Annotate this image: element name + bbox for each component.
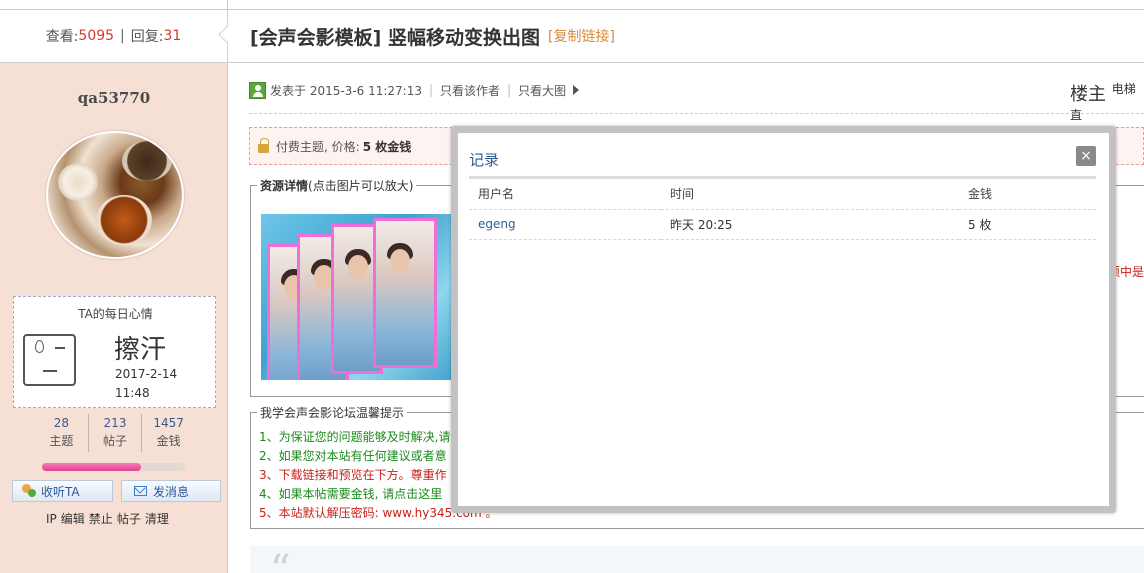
record-user[interactable]: egeng: [469, 209, 661, 240]
lock-icon: [258, 137, 269, 153]
envelope-icon: [134, 486, 147, 496]
send-message-button[interactable]: 发消息: [121, 480, 221, 502]
follow-button[interactable]: 收听TA: [12, 480, 113, 502]
send-message-label: 发消息: [153, 484, 190, 499]
avatar[interactable]: [46, 131, 184, 259]
admin-link-clean[interactable]: 清理: [145, 512, 169, 526]
count-money[interactable]: 1457 金钱: [142, 414, 195, 452]
mood-date: 2017-2-14 11:48: [115, 365, 195, 403]
admin-links: IP 编辑 禁止 帖子 清理: [46, 510, 173, 527]
mood-date-day: 2017-2-14: [115, 367, 178, 381]
admin-link-posts[interactable]: 帖子: [117, 512, 141, 526]
only-author-link[interactable]: 只看该作者: [440, 82, 500, 99]
thread-stats: 查看: 5095 | 回复: 31: [0, 10, 237, 63]
mood-word: 擦汗: [114, 335, 167, 365]
mood-title: TA的每日心情: [78, 307, 153, 321]
count-label: 主题: [49, 434, 74, 448]
tips-legend: 我学会声会影论坛温馨提示: [257, 404, 408, 421]
divider: [249, 113, 1144, 114]
record-time: 昨天 20:25: [661, 209, 959, 240]
purchase-record-dialog: 记录 × 用户名 时间 金钱 egeng 昨天 20:25 5 枚: [451, 126, 1116, 513]
copy-link[interactable]: [复制链接]: [548, 26, 615, 46]
user-icon: [249, 81, 266, 99]
level-progress-fill: [42, 463, 141, 471]
level-progress-bar: [42, 463, 185, 471]
floor-label: 楼主 电梯直: [1070, 80, 1144, 127]
count-value: 28: [53, 416, 69, 430]
author-username[interactable]: qa53770: [0, 89, 228, 107]
column-header-user: 用户名: [469, 179, 661, 210]
count-label: 帖子: [103, 434, 128, 448]
author-sidebar: qa53770 TA的每日心情 擦汗 2017-2-14 11:48 28 主题…: [0, 63, 228, 573]
quote-mark-icon: “: [270, 547, 291, 573]
dialog-title: 记录: [469, 151, 500, 169]
table-row: egeng 昨天 20:25 5 枚: [469, 209, 1096, 240]
title-bar: [会声会影模板] 竖幅移动变换出图 [复制链接]: [228, 10, 1144, 63]
top-strip: [0, 0, 1144, 10]
column-header-money: 金钱: [959, 179, 1096, 210]
admin-link-ban[interactable]: 禁止: [89, 512, 113, 526]
admin-link-edit[interactable]: 编辑: [61, 512, 85, 526]
table-header-row: 用户名 时间 金钱: [469, 179, 1096, 210]
thread-title: [会声会影模板] 竖幅移动变换出图: [250, 26, 540, 49]
record-table: 用户名 时间 金钱 egeng 昨天 20:25 5 枚: [469, 179, 1096, 240]
follow-label: 收听TA: [41, 484, 80, 499]
user-counts: 28 主题 213 帖子 1457 金钱: [35, 414, 195, 452]
posted-at: 发表于 2015-3-6 11:27:13: [270, 83, 422, 98]
floor-text: 楼主: [1070, 84, 1106, 105]
resource-legend: 资源详情(点击图片可以放大): [257, 177, 417, 194]
count-topics[interactable]: 28 主题: [35, 414, 89, 452]
count-value: 1457: [153, 416, 184, 430]
count-posts[interactable]: 213 帖子: [89, 414, 143, 452]
record-amount: 5 枚: [959, 209, 1096, 240]
resource-legend-title: 资源详情: [260, 179, 309, 193]
resource-legend-hint: (点击图片可以放大): [308, 179, 414, 193]
mood-date-time: 11:48: [115, 386, 150, 400]
column-header-time: 时间: [661, 179, 959, 210]
meta-separator: |: [429, 83, 434, 97]
meta-separator: |: [507, 83, 512, 97]
admin-link-ip[interactable]: IP: [46, 512, 57, 526]
replies-label: 回复:: [130, 29, 164, 45]
triangle-right-icon[interactable]: [573, 85, 580, 95]
quote-block: “: [250, 546, 1144, 573]
replies-count: 31: [163, 28, 182, 44]
views-label: 查看:: [45, 29, 79, 45]
preview-image[interactable]: [261, 214, 466, 380]
count-value: 213: [103, 416, 127, 430]
daily-mood-box: TA的每日心情 擦汗 2017-2-14 11:48: [13, 296, 216, 408]
paid-price: 5 枚金钱: [362, 139, 412, 154]
follow-icon: [21, 484, 37, 498]
views-count: 5095: [78, 28, 115, 44]
paid-text: 付费主题, 价格:: [276, 139, 360, 154]
post-meta: 发表于 2015-3-6 11:27:13 | 只看该作者 | 只看大图: [249, 80, 580, 100]
stats-separator: |: [120, 28, 125, 44]
count-label: 金钱: [156, 434, 181, 448]
only-big-image-link[interactable]: 只看大图: [518, 82, 566, 99]
sweat-face-icon: [23, 334, 76, 386]
close-icon[interactable]: ×: [1076, 146, 1096, 166]
